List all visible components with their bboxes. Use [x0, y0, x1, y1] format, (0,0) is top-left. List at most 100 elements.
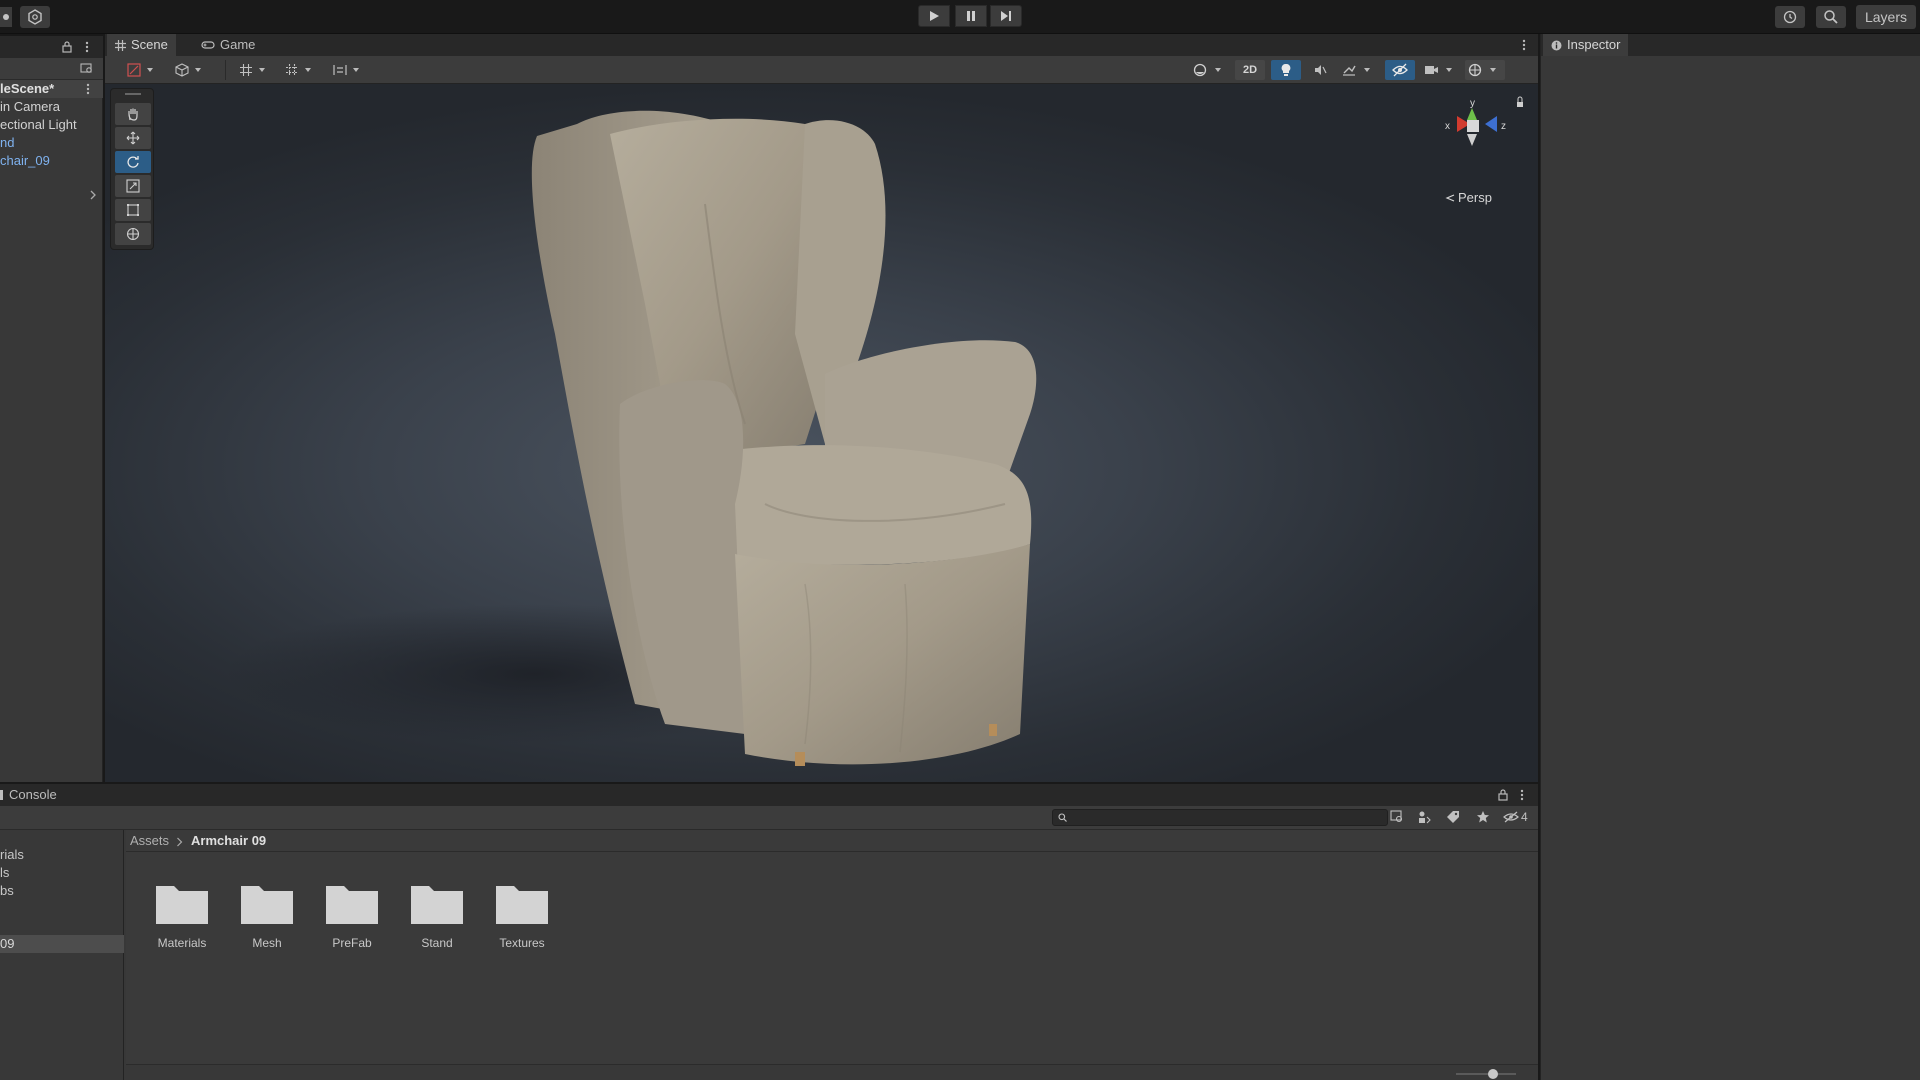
- draw-mode-icon: [127, 63, 153, 77]
- render-mode-dropdown[interactable]: [1190, 60, 1230, 80]
- hierarchy-item-light[interactable]: ectional Light: [0, 116, 77, 134]
- hierarchy-item-armchair[interactable]: chair_09: [0, 152, 50, 170]
- sphere-icon: [1193, 63, 1221, 77]
- main-toolbar: Layers: [0, 0, 1920, 34]
- folder-label: Materials: [157, 936, 207, 950]
- icon-size-slider-thumb[interactable]: [1488, 1069, 1498, 1079]
- scene-viewport[interactable]: y x z Persp: [105, 84, 1538, 782]
- move-tool-button[interactable]: [115, 127, 151, 149]
- transform-icon: [126, 227, 140, 241]
- hand-tool-button[interactable]: [115, 103, 151, 125]
- search-scene-icon[interactable]: [1390, 810, 1404, 824]
- scene-visibility-toggle[interactable]: [1385, 60, 1415, 80]
- folder-icon: [326, 886, 378, 924]
- folder-prefab[interactable]: PreFab: [317, 880, 387, 950]
- grid-snap-icon: [240, 64, 265, 76]
- breadcrumb-current[interactable]: Armchair 09: [191, 833, 266, 848]
- cube-icon: [175, 63, 201, 77]
- tab-console[interactable]: Console: [0, 784, 65, 806]
- play-button[interactable]: [918, 5, 950, 27]
- pause-button[interactable]: [955, 5, 987, 27]
- armchair-render: [225, 110, 1037, 766]
- pause-icon: [967, 11, 975, 21]
- filter-type-icon[interactable]: [1417, 810, 1431, 824]
- tab-console-label: Console: [9, 787, 57, 802]
- draw-mode-dropdown[interactable]: [123, 60, 161, 80]
- favorite-star-icon[interactable]: [1476, 810, 1490, 824]
- unity-logo-icon: [28, 9, 42, 25]
- effects-icon: [1343, 65, 1370, 76]
- kebab-menu-icon[interactable]: [84, 41, 90, 53]
- scale-icon: [126, 179, 140, 193]
- snap-dropdown[interactable]: [281, 60, 319, 80]
- gizmo-y-label: y: [1470, 98, 1475, 109]
- tree-item-materials[interactable]: rials: [0, 846, 24, 864]
- folder-stand[interactable]: Stand: [402, 880, 472, 950]
- toggle-2d-button[interactable]: 2D: [1235, 60, 1265, 80]
- breadcrumb-assets[interactable]: Assets: [130, 833, 169, 848]
- bottom-menu-icon[interactable]: [1519, 789, 1525, 801]
- scene-panel-menu-icon[interactable]: [1521, 39, 1527, 51]
- bottom-tabstrip: Console: [0, 784, 1538, 806]
- undo-history-button[interactable]: [1775, 6, 1805, 28]
- account-button[interactable]: [0, 7, 12, 27]
- play-icon: [930, 11, 939, 21]
- lock-icon[interactable]: [62, 41, 72, 53]
- tab-scene-label: Scene: [131, 37, 168, 52]
- label-tag-icon[interactable]: [1446, 810, 1460, 824]
- step-button[interactable]: [990, 5, 1022, 27]
- grid-toggle-dropdown[interactable]: [235, 60, 273, 80]
- scene-name: leScene*: [0, 81, 55, 96]
- projection-label: Persp: [1458, 190, 1492, 205]
- tree-item-armchair-09[interactable]: 09: [0, 935, 124, 953]
- icon-size-slider-track[interactable]: [1456, 1073, 1516, 1075]
- tree-item-models[interactable]: ls: [0, 864, 9, 882]
- lighting-toggle[interactable]: [1271, 60, 1301, 80]
- tab-inspector-label: Inspector: [1567, 37, 1621, 52]
- grid-icon: [115, 39, 126, 51]
- transform-tool-tray: [110, 88, 154, 250]
- tray-drag-handle[interactable]: [125, 93, 141, 95]
- move-arrows-icon: [126, 131, 140, 145]
- gizmos-dropdown[interactable]: [1465, 60, 1505, 80]
- hidden-packages-toggle[interactable]: 4: [1503, 808, 1528, 826]
- effects-dropdown[interactable]: [1339, 60, 1379, 80]
- search-field-icon: [1058, 813, 1067, 822]
- tab-inspector[interactable]: Inspector: [1543, 34, 1629, 56]
- transform-tool-button[interactable]: [115, 223, 151, 245]
- scale-tool-button[interactable]: [115, 175, 151, 197]
- audio-toggle[interactable]: [1305, 60, 1335, 80]
- scene-menu-icon[interactable]: [85, 83, 91, 95]
- folder-icon: [241, 886, 293, 924]
- orientation-gizmo[interactable]: y x z: [1425, 84, 1535, 184]
- hierarchy-search-bar[interactable]: [0, 58, 103, 80]
- layers-dropdown[interactable]: Layers: [1856, 5, 1916, 29]
- folder-materials[interactable]: Materials: [147, 880, 217, 950]
- folder-icon: [411, 886, 463, 924]
- rotate-tool-button[interactable]: [115, 151, 151, 173]
- tab-scene[interactable]: Scene: [107, 34, 176, 56]
- rect-tool-button[interactable]: [115, 199, 151, 221]
- folder-textures[interactable]: Textures: [487, 880, 557, 950]
- folder-mesh[interactable]: Mesh: [232, 880, 302, 950]
- folder-label: PreFab: [332, 936, 372, 950]
- hand-icon: [128, 108, 138, 121]
- perspective-icon: [1445, 193, 1455, 202]
- scene-header-row[interactable]: leScene*: [0, 80, 103, 98]
- chevron-right-icon[interactable]: [89, 190, 97, 200]
- tree-item-prefabs[interactable]: bs: [0, 882, 14, 900]
- projection-toggle[interactable]: Persp: [1445, 190, 1492, 205]
- tab-game[interactable]: Game: [193, 34, 263, 56]
- scene-search-icon[interactable]: [80, 63, 94, 75]
- hierarchy-item-camera[interactable]: in Camera: [0, 98, 60, 116]
- align-dropdown[interactable]: [329, 60, 367, 80]
- project-search-input[interactable]: [1052, 809, 1388, 826]
- console-icon: [0, 790, 3, 800]
- camera-settings-dropdown[interactable]: [1421, 60, 1461, 80]
- cloud-button[interactable]: [20, 6, 50, 28]
- hierarchy-item-stand[interactable]: nd: [0, 134, 14, 152]
- search-icon: [1824, 10, 1838, 24]
- shading-dropdown[interactable]: [171, 60, 209, 80]
- search-button[interactable]: [1816, 6, 1846, 28]
- bottom-lock-icon[interactable]: [1498, 789, 1508, 801]
